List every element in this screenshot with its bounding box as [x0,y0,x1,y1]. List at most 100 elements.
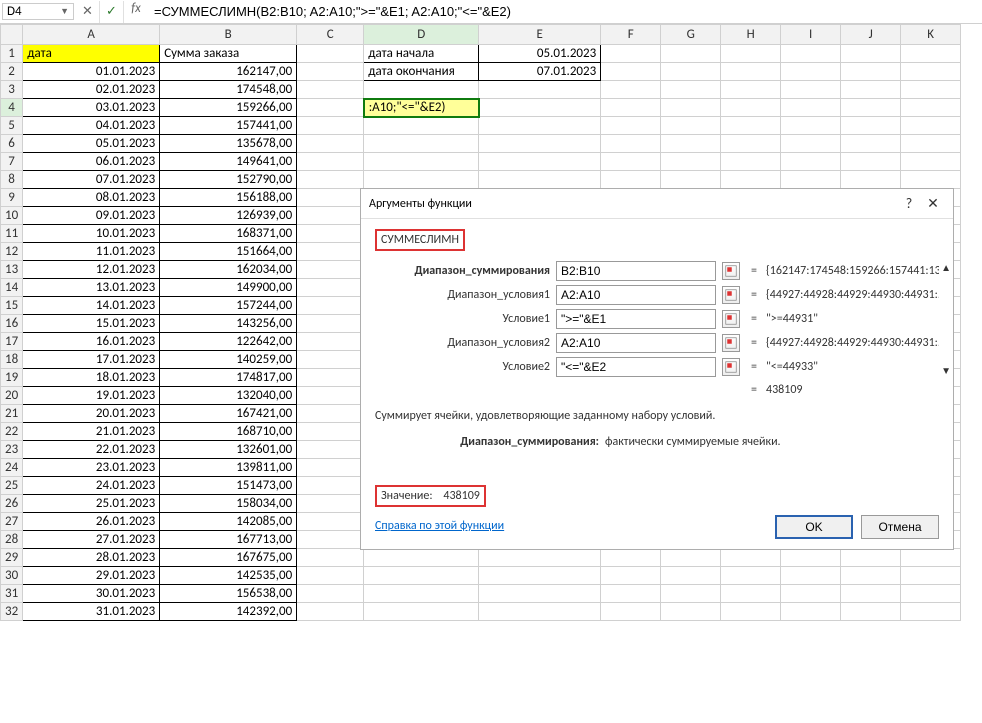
cell[interactable] [721,585,781,603]
cell[interactable]: 162034,00 [160,261,297,279]
cell[interactable]: 08.01.2023 [23,189,160,207]
cell[interactable] [721,153,781,171]
row-header[interactable]: 7 [1,153,23,171]
row-header[interactable]: 8 [1,171,23,189]
cell[interactable] [661,549,721,567]
cell[interactable] [297,477,364,495]
cell[interactable] [841,99,901,117]
cell[interactable]: 16.01.2023 [23,333,160,351]
cell[interactable] [297,603,364,621]
cell[interactable]: 167713,00 [160,531,297,549]
cell[interactable] [297,549,364,567]
row-header[interactable]: 2 [1,63,23,81]
cell[interactable] [841,171,901,189]
cell[interactable] [297,243,364,261]
cell[interactable]: 05.01.2023 [23,135,160,153]
row-header[interactable]: 31 [1,585,23,603]
row-header[interactable]: 3 [1,81,23,99]
cell[interactable] [841,549,901,567]
cell[interactable]: 167675,00 [160,549,297,567]
cell[interactable] [297,171,364,189]
cell[interactable] [841,567,901,585]
cell[interactable]: 135678,00 [160,135,297,153]
cell[interactable] [901,135,961,153]
cell[interactable] [661,117,721,135]
cell[interactable] [841,585,901,603]
cell[interactable] [661,45,721,63]
cell[interactable] [601,567,661,585]
cell[interactable] [721,63,781,81]
cell[interactable] [661,81,721,99]
name-box[interactable]: D4 ▼ [2,3,74,20]
cell[interactable]: 156538,00 [160,585,297,603]
cell[interactable] [364,171,479,189]
cell[interactable]: 11.01.2023 [23,243,160,261]
cell[interactable] [781,81,841,99]
row-header[interactable]: 21 [1,405,23,423]
cell[interactable]: 139811,00 [160,459,297,477]
select-all-cell[interactable] [1,25,23,45]
cell[interactable] [781,603,841,621]
cell[interactable] [297,567,364,585]
arrow-down-icon[interactable]: ▼ [941,364,951,377]
cell[interactable] [781,63,841,81]
cell[interactable] [297,387,364,405]
cell[interactable]: 13.01.2023 [23,279,160,297]
cell[interactable] [841,81,901,99]
cell[interactable] [901,153,961,171]
col-header-I[interactable]: I [781,25,841,45]
argument-input[interactable] [556,285,716,305]
row-header[interactable]: 19 [1,369,23,387]
arrow-up-icon[interactable]: ▲ [941,261,951,274]
cell[interactable]: дата начала [364,45,479,63]
cell[interactable] [364,585,479,603]
cell[interactable] [721,567,781,585]
cell[interactable]: 24.01.2023 [23,477,160,495]
cell[interactable] [297,81,364,99]
cell[interactable] [721,135,781,153]
cell[interactable] [479,117,601,135]
range-select-icon[interactable] [722,334,740,352]
cell[interactable]: 22.01.2023 [23,441,160,459]
cell[interactable] [297,315,364,333]
row-header[interactable]: 17 [1,333,23,351]
cell[interactable] [661,603,721,621]
cell[interactable] [297,153,364,171]
cell[interactable] [661,171,721,189]
row-header[interactable]: 26 [1,495,23,513]
cell[interactable] [781,171,841,189]
row-header[interactable]: 14 [1,279,23,297]
row-header[interactable]: 4 [1,99,23,117]
cell[interactable]: 25.01.2023 [23,495,160,513]
row-header[interactable]: 28 [1,531,23,549]
cell[interactable] [781,585,841,603]
cell[interactable] [781,135,841,153]
cell[interactable]: 06.01.2023 [23,153,160,171]
cell[interactable] [721,81,781,99]
row-header[interactable]: 20 [1,387,23,405]
cancel-edit-icon[interactable]: ✕ [76,1,100,23]
cell[interactable]: 168710,00 [160,423,297,441]
argument-input[interactable] [556,261,716,281]
cell[interactable]: 19.01.2023 [23,387,160,405]
cell[interactable] [901,99,961,117]
cell[interactable]: 26.01.2023 [23,513,160,531]
row-header[interactable]: 27 [1,513,23,531]
col-header-E[interactable]: E [479,25,601,45]
cell[interactable] [364,549,479,567]
col-header-C[interactable]: C [297,25,364,45]
cell[interactable] [297,405,364,423]
cell[interactable] [297,369,364,387]
spreadsheet[interactable]: A B C D E F G H I J K 1датаСумма заказад… [0,24,982,621]
row-header[interactable]: 9 [1,189,23,207]
cell[interactable]: 143256,00 [160,315,297,333]
cell[interactable]: 15.01.2023 [23,315,160,333]
cell[interactable] [297,117,364,135]
cell[interactable] [661,99,721,117]
row-header[interactable]: 30 [1,567,23,585]
cell[interactable] [781,117,841,135]
col-header-J[interactable]: J [841,25,901,45]
cell[interactable] [901,567,961,585]
cell[interactable] [479,585,601,603]
cell[interactable]: дата [23,45,160,63]
